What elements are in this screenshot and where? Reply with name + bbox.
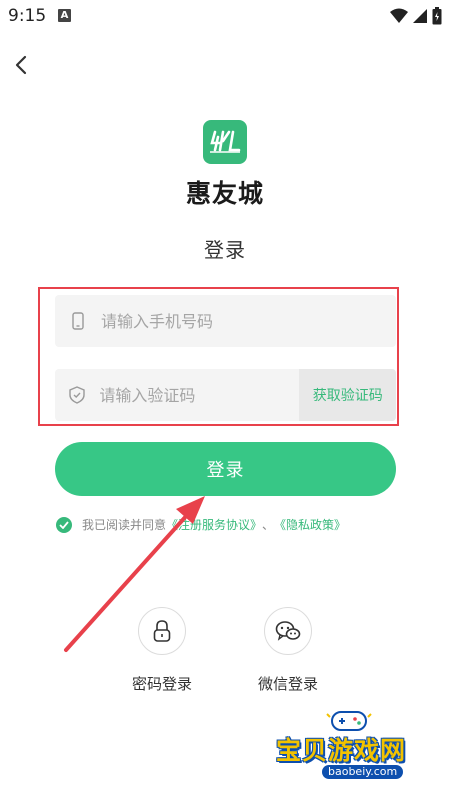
code-input[interactable] xyxy=(99,369,300,421)
agreement-separator: 、 xyxy=(262,518,275,532)
signal-icon xyxy=(413,9,427,23)
watermark: 宝贝游戏网 baobeiy.com xyxy=(268,705,428,790)
battery-icon xyxy=(432,7,442,25)
status-time: 9:15 xyxy=(8,6,47,26)
app-logo xyxy=(203,120,247,164)
privacy-policy-link[interactable]: 《隐私政策》 xyxy=(274,516,346,533)
back-button[interactable] xyxy=(6,50,36,80)
wifi-icon xyxy=(390,8,408,23)
agreement-row: 我已阅读并同意 《注册服务协议》 、 《隐私政策》 xyxy=(56,516,346,533)
shield-icon xyxy=(55,386,99,404)
code-field[interactable]: 获取验证码 xyxy=(55,369,396,421)
service-agreement-link[interactable]: 《注册服务协议》 xyxy=(166,516,262,533)
agreement-text: 我已阅读并同意 xyxy=(82,518,167,532)
agreement-checkbox[interactable] xyxy=(56,516,72,533)
notification-icon: A xyxy=(58,9,71,22)
lock-icon xyxy=(153,620,171,642)
wechat-login-label: 微信登录 xyxy=(257,675,318,693)
status-bar: 9:15 A xyxy=(0,0,450,34)
watermark-url: baobeiy.com xyxy=(322,765,404,779)
phone-input[interactable] xyxy=(101,295,396,347)
chevron-left-icon xyxy=(15,55,27,75)
password-login-option[interactable]: 密码登录 xyxy=(112,607,212,694)
phone-field[interactable] xyxy=(55,295,396,347)
get-code-button[interactable]: 获取验证码 xyxy=(299,369,396,421)
app-name: 惠友城 xyxy=(185,179,264,208)
app-logo-icon xyxy=(210,130,241,153)
watermark-title: 宝贝游戏网 xyxy=(276,736,407,765)
login-button[interactable]: 登录 xyxy=(55,442,396,496)
wechat-icon xyxy=(275,621,301,641)
check-icon xyxy=(59,520,69,529)
wechat-login-option[interactable]: 微信登录 xyxy=(238,607,338,694)
page-title: 登录 xyxy=(204,238,246,262)
wechat-login-button[interactable] xyxy=(264,607,312,655)
password-login-button[interactable] xyxy=(138,607,186,655)
password-login-label: 密码登录 xyxy=(131,675,192,693)
status-icons xyxy=(390,7,442,25)
phone-icon xyxy=(55,312,101,330)
